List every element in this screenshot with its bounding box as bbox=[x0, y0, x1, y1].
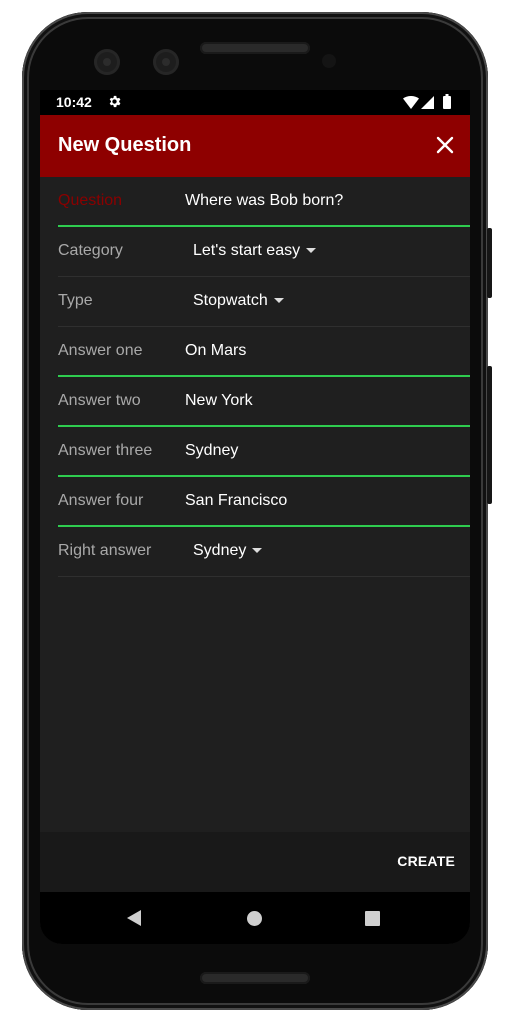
answer-one-label: Answer one bbox=[58, 342, 143, 359]
type-select[interactable]: Stopwatch bbox=[193, 292, 284, 310]
answer-three-input[interactable]: Sydney bbox=[185, 442, 238, 460]
right-answer-select[interactable]: Sydney bbox=[193, 542, 263, 560]
answer-three-label: Answer three bbox=[58, 442, 153, 459]
earpiece-speaker bbox=[200, 42, 310, 54]
right-answer-label: Right answer bbox=[58, 542, 152, 559]
category-select[interactable]: Let's start easy bbox=[193, 242, 317, 260]
answer-four-label: Answer four bbox=[58, 492, 144, 509]
answer-four-input[interactable]: San Francisco bbox=[185, 492, 287, 510]
type-label: Type bbox=[58, 292, 93, 309]
close-icon[interactable] bbox=[432, 132, 458, 158]
right-answer-row: Right answer Sydney bbox=[58, 527, 470, 577]
type-value: Stopwatch bbox=[193, 292, 268, 309]
bottom-speaker bbox=[200, 972, 310, 984]
system-nav-bar bbox=[40, 892, 470, 944]
answer-two-field[interactable]: Answer two New York bbox=[58, 377, 470, 427]
front-camera-secondary bbox=[153, 49, 179, 75]
type-row: Type Stopwatch bbox=[58, 277, 470, 327]
chevron-down-icon bbox=[306, 248, 317, 254]
screen: 10:42 New Question Question Where was Bo… bbox=[40, 90, 470, 944]
recents-icon[interactable] bbox=[365, 911, 380, 926]
create-button[interactable]: CREATE bbox=[397, 853, 455, 869]
question-field[interactable]: Question Where was Bob born? bbox=[58, 177, 470, 227]
answer-one-input[interactable]: On Mars bbox=[185, 342, 246, 360]
status-time: 10:42 bbox=[56, 94, 92, 110]
answer-two-input[interactable]: New York bbox=[185, 392, 253, 410]
category-value: Let's start easy bbox=[193, 242, 301, 259]
right-answer-divider bbox=[58, 576, 470, 577]
signal-icon bbox=[421, 96, 434, 109]
dialog-actions: CREATE bbox=[40, 832, 470, 892]
gear-icon bbox=[109, 95, 121, 108]
volume-button bbox=[487, 366, 492, 504]
wifi-icon bbox=[403, 96, 419, 109]
page-title: New Question bbox=[58, 134, 192, 156]
app-bar: New Question bbox=[40, 115, 470, 177]
power-button bbox=[487, 228, 492, 298]
chevron-down-icon bbox=[252, 548, 263, 554]
right-answer-value: Sydney bbox=[193, 542, 247, 559]
back-icon[interactable] bbox=[127, 910, 141, 926]
proximity-sensor bbox=[322, 54, 336, 68]
category-label: Category bbox=[58, 242, 123, 259]
chevron-down-icon bbox=[273, 298, 284, 304]
answer-one-field[interactable]: Answer one On Mars bbox=[58, 327, 470, 377]
answer-two-label: Answer two bbox=[58, 392, 141, 409]
answer-three-field[interactable]: Answer three Sydney bbox=[58, 427, 470, 477]
answer-four-field[interactable]: Answer four San Francisco bbox=[58, 477, 470, 527]
question-label: Question bbox=[58, 192, 123, 209]
category-row: Category Let's start easy bbox=[58, 227, 470, 277]
battery-icon bbox=[443, 94, 451, 109]
home-icon[interactable] bbox=[247, 911, 262, 926]
status-bar: 10:42 bbox=[40, 90, 470, 115]
front-camera bbox=[94, 49, 120, 75]
question-input[interactable]: Where was Bob born? bbox=[185, 192, 343, 210]
